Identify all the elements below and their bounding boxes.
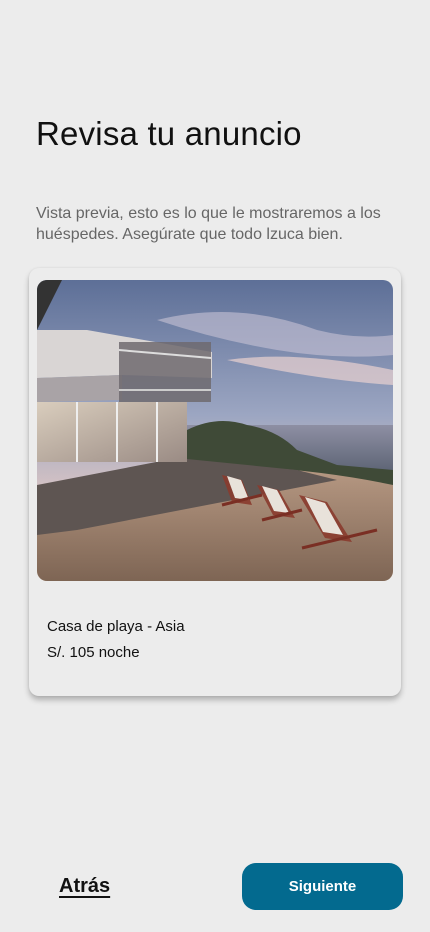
page-subtitle: Vista previa, esto es lo que le mostrare… bbox=[36, 205, 381, 243]
listing-photo bbox=[37, 280, 393, 581]
next-button[interactable]: Siguiente bbox=[242, 863, 403, 910]
listing-price-unit: noche bbox=[98, 644, 140, 661]
review-listing-screen: Revisa tu anuncio Vista previa, esto es … bbox=[0, 0, 430, 932]
listing-name: Casa de playa - Asia bbox=[47, 618, 185, 635]
back-button[interactable]: Atrás bbox=[59, 875, 110, 898]
page-title: Revisa tu anuncio bbox=[36, 115, 302, 152]
listing-price: S/. 105 bbox=[47, 644, 95, 661]
listing-price-line: S/. 105 noche bbox=[47, 644, 140, 661]
listing-preview-card[interactable]: Casa de playa - Asia S/. 105 noche bbox=[29, 268, 401, 696]
